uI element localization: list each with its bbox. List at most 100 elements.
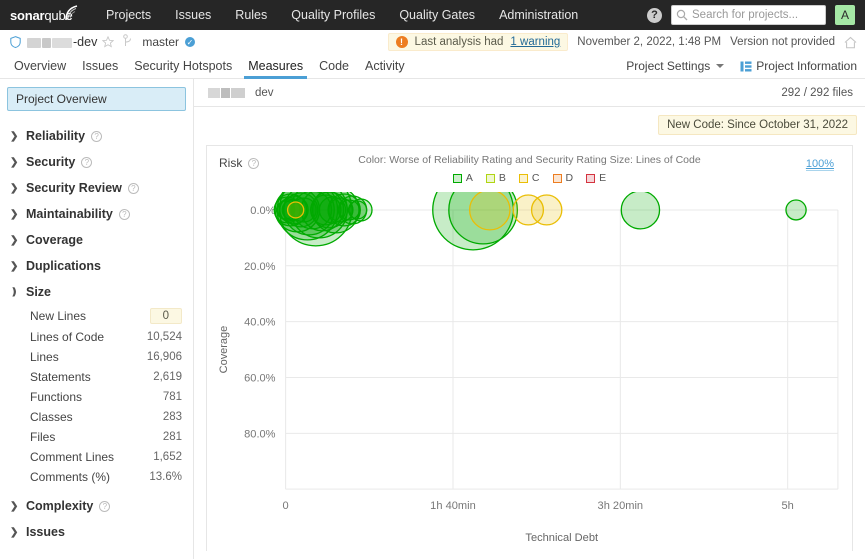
help-icon[interactable]: ? [91,130,103,142]
x-axis-title: Technical Debt [525,532,598,544]
project-information-button[interactable]: Project Information [740,59,857,73]
sidebar-group-label: Reliability [26,129,86,143]
y-axis-tick-label: 40.0% [244,317,276,329]
y-axis-title: Coverage [218,326,230,374]
tab-overview[interactable]: Overview [6,59,74,78]
sidebar-group-label: Duplications [26,259,102,273]
branch-name[interactable]: master [142,35,179,49]
bubble-chart-svg[interactable]: 0.0% 20.0% 40.0% 60.0% 80.0% 0 1h 40min 3h 20mi… [207,169,852,551]
sidebar-group-label: Complexity [26,499,94,513]
tab-measures[interactable]: Measures [240,59,311,79]
main-nav-links: Projects Issues Rules Quality Profiles Q… [94,0,590,30]
metric-value: 781 [162,391,182,403]
help-icon[interactable]: ? [647,7,662,23]
nav-quality-profiles[interactable]: Quality Profiles [279,0,387,30]
tab-bar-right: Project Settings Project Information [626,59,857,78]
x-axis-tick-label: 5h [782,500,794,512]
metric-value: 10,524 [146,331,182,343]
sidebar-group-complexity[interactable]: ❯ Complexity ? [7,493,186,519]
x-axis-tick-label: 0 [283,500,289,512]
sidebar-group-issues[interactable]: ❯ Issues [7,519,186,545]
redacted-block [52,37,72,48]
chevron-right-icon: ❯ [10,156,19,168]
sonarqube-logo[interactable]: sonarqube [0,0,82,30]
chevron-right-icon: ❯ [10,500,19,512]
bubble-point[interactable] [286,201,305,219]
metric-lines[interactable]: Lines 16,906 [7,347,186,367]
sidebar-group-maintainability[interactable]: ❯ Maintainability ? [7,201,186,227]
chart-legend: Color: Worse of Reliability Rating and S… [207,154,852,184]
y-axis-tick-label: 0.0% [250,205,275,217]
sidebar-group-reliability[interactable]: ❯ Reliability ? [7,123,186,149]
metric-statements[interactable]: Statements 2,619 [7,367,186,387]
y-axis-tick-label: 80.0% [244,428,276,440]
legend-caption: Color: Worse of Reliability Rating and S… [358,154,701,166]
legend-item-a[interactable]: A [452,172,473,184]
files-count: 292 / 292 files [781,86,853,99]
legend-item-c[interactable]: C [518,172,540,184]
sidebar-group-size[interactable]: ❫ Size [7,279,186,305]
nav-quality-gates[interactable]: Quality Gates [387,0,487,30]
home-icon[interactable] [844,36,857,49]
bubble-point[interactable] [620,190,661,230]
metric-functions[interactable]: Functions 781 [7,387,186,407]
tab-issues[interactable]: Issues [74,59,126,78]
nav-issues[interactable]: Issues [163,0,223,30]
bubble-plot-area[interactable]: 0.0% 20.0% 40.0% 60.0% 80.0% 0 1h 40min 3h 20mi… [207,169,852,551]
legend-item-b[interactable]: B [485,172,506,184]
nav-administration[interactable]: Administration [487,0,590,30]
project-name-suffix[interactable]: -dev [73,35,97,49]
page-title: Risk [219,156,243,170]
chevron-right-icon: ❯ [10,260,19,272]
metric-files[interactable]: Files 281 [7,427,186,447]
help-icon[interactable]: ? [99,500,111,512]
metric-comment-lines[interactable]: Comment Lines 1,652 [7,447,186,467]
tab-activity[interactable]: Activity [357,59,413,78]
logo-bold-text: sonar [10,7,45,23]
tab-security-hotspots[interactable]: Security Hotspots [126,59,240,78]
sidebar-group-duplications[interactable]: ❯ Duplications [7,253,186,279]
sidebar-group-security-review[interactable]: ❯ Security Review ? [7,175,186,201]
metric-label: Comment Lines [30,450,115,464]
project-overview-button[interactable]: Project Overview [7,87,186,111]
y-axis-tick-label: 60.0% [244,373,276,385]
breadcrumb-label[interactable]: dev [255,87,274,99]
help-icon[interactable]: ? [248,157,260,169]
coverage-100-percent-link[interactable]: 100% [805,158,834,171]
project-settings-dropdown[interactable]: Project Settings [626,59,725,73]
bubble-point[interactable] [530,194,563,226]
chevron-right-icon: ❯ [10,234,19,246]
metric-classes[interactable]: Classes 283 [7,407,186,427]
nav-projects[interactable]: Projects [94,0,163,30]
bubble-point[interactable] [347,200,368,220]
tab-code[interactable]: Code [311,59,357,78]
metric-comments-percent[interactable]: Comments (%) 13.6% [7,467,186,487]
main-content: dev 292 / 292 files New Code: Since Octo… [194,79,865,559]
redacted-block [221,87,230,98]
component-breadcrumb-bar: dev 292 / 292 files [194,79,865,107]
chevron-down-icon [716,64,725,68]
metric-lines-of-code[interactable]: Lines of Code 10,524 [7,327,186,347]
sidebar-group-security[interactable]: ❯ Security ? [7,149,186,175]
nav-rules[interactable]: Rules [223,0,279,30]
metric-label: Functions [30,390,83,404]
search-input[interactable] [671,5,826,25]
project-version: Version not provided [730,36,835,48]
sidebar-group-coverage[interactable]: ❯ Coverage [7,227,186,253]
bubble-point[interactable] [785,199,807,221]
star-icon[interactable] [102,36,115,48]
warning-link[interactable]: 1 warning [510,36,560,48]
bubble-point[interactable] [468,189,511,231]
metric-new-lines[interactable]: New Lines 0 [7,305,186,327]
legend-label: C [531,172,540,184]
metric-label: New Lines [30,309,87,323]
help-icon[interactable]: ? [81,156,93,168]
help-icon[interactable]: ? [118,208,130,220]
user-avatar[interactable]: A [835,5,855,25]
project-tab-bar: Overview Issues Security Hotspots Measur… [0,55,865,79]
legend-items: A B C D E [207,172,852,184]
redacted-block [208,87,220,98]
legend-item-d[interactable]: D [552,172,573,184]
help-icon[interactable]: ? [127,182,139,194]
legend-item-e[interactable]: E [586,172,606,184]
